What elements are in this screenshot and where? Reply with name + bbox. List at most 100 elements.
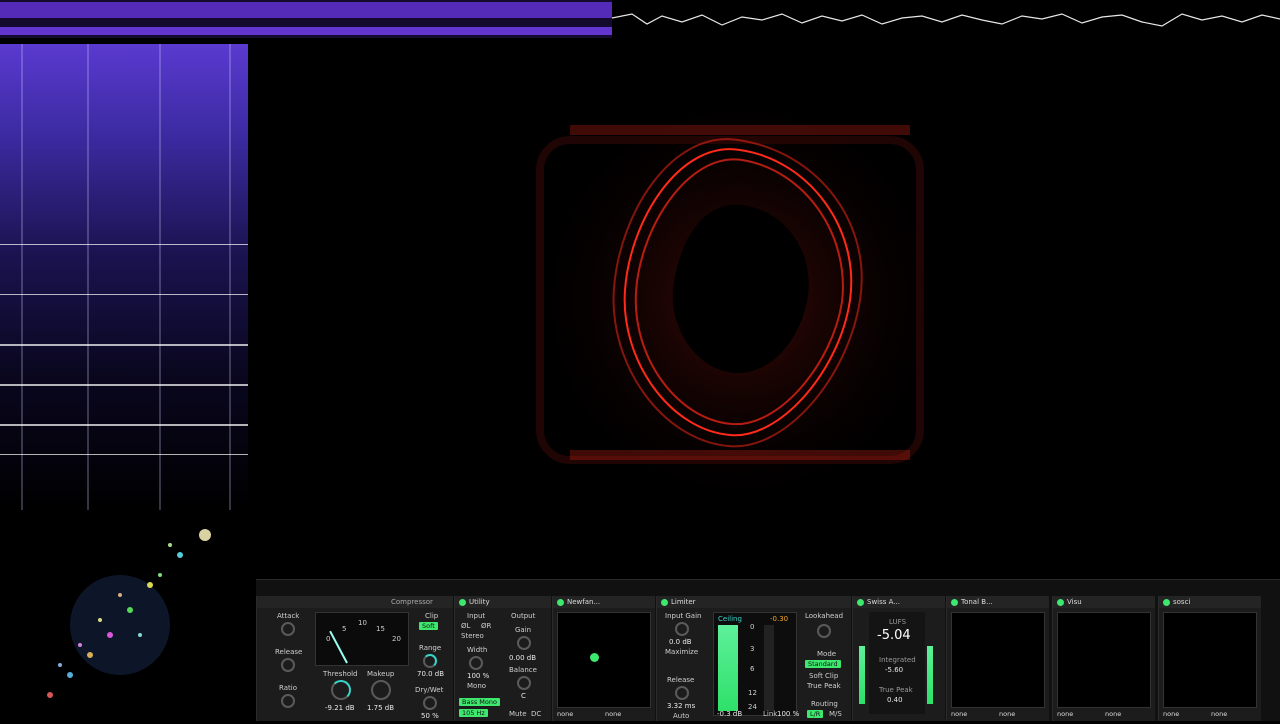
sosci-select-2[interactable]: none — [1211, 710, 1227, 718]
makeup-knob[interactable] — [371, 680, 391, 700]
limiter-gr-meter — [764, 625, 774, 711]
compressor-device: Compressor Attack Release Ratio 0 5 10 1… — [256, 596, 453, 721]
width-value[interactable]: 100 % — [467, 672, 489, 680]
limiter-power-icon[interactable] — [661, 598, 668, 606]
xy-pad[interactable] — [557, 612, 651, 708]
swiss-header[interactable]: Swiss A... — [853, 596, 945, 608]
newfangled-power-icon[interactable] — [557, 598, 564, 606]
balance-value[interactable]: C — [521, 692, 526, 700]
ratio-label: Ratio — [279, 684, 297, 692]
lufs-value: -5.04 — [877, 628, 911, 643]
routing-lr-button[interactable]: L/R — [807, 710, 824, 718]
auto-toggle[interactable]: Auto — [673, 712, 689, 720]
utility-power-icon[interactable] — [459, 598, 466, 606]
width-label: Width — [467, 646, 488, 654]
visu-title: Visu — [1067, 598, 1082, 606]
tonal-device: Tonal B... none none — [946, 596, 1049, 721]
routing-ms-button[interactable]: M/S — [829, 710, 842, 718]
width-knob[interactable] — [469, 656, 483, 670]
newfangled-select-1[interactable]: none — [557, 710, 573, 718]
swiss-power-icon[interactable] — [857, 598, 864, 606]
visu-header[interactable]: Visu — [1053, 596, 1155, 608]
range-value[interactable]: 70.0 dB — [417, 670, 444, 678]
meter-tick-0: 0 — [326, 635, 331, 643]
xy-pad-handle[interactable] — [590, 653, 599, 662]
limiter-header[interactable]: Limiter — [657, 596, 851, 608]
visu-select-2[interactable]: none — [1105, 710, 1121, 718]
phase-r-toggle[interactable]: ØR — [481, 622, 491, 630]
compressor-title: Compressor — [391, 598, 433, 606]
release-label: Release — [275, 648, 303, 656]
lookahead-knob[interactable] — [817, 624, 831, 638]
integrated-label: Integrated — [879, 656, 916, 664]
newfangled-select-2[interactable]: none — [605, 710, 621, 718]
sosci-power-icon[interactable] — [1163, 598, 1170, 606]
tonal-title: Tonal B... — [961, 598, 993, 606]
tonal-display — [951, 612, 1045, 708]
oscilloscope-line — [612, 13, 1280, 27]
utility-header[interactable]: Utility — [455, 596, 551, 608]
sosci-device: sosci none none — [1158, 596, 1261, 721]
link-value[interactable]: 100 % — [777, 710, 799, 718]
compressor-header[interactable]: Compressor — [257, 596, 453, 608]
swiss-device: Swiss A... LUFS -5.04 Integrated -5.60 T… — [852, 596, 945, 721]
range-knob[interactable] — [423, 654, 437, 668]
release-knob-limiter[interactable] — [675, 686, 689, 700]
drywet-knob[interactable] — [423, 696, 437, 710]
gain-value[interactable]: 0.00 dB — [509, 654, 536, 662]
release-knob[interactable] — [281, 658, 295, 672]
tonal-select-1[interactable]: none — [951, 710, 967, 718]
mode-standard-button[interactable]: Standard — [805, 660, 841, 668]
tonal-power-icon[interactable] — [951, 598, 958, 606]
peak-value: -0.30 — [770, 615, 789, 623]
threshold-label: Threshold — [323, 670, 358, 678]
release-label-limiter: Release — [667, 676, 695, 684]
visu-power-icon[interactable] — [1057, 598, 1064, 606]
gain-knob[interactable] — [517, 636, 531, 650]
phase-l-toggle[interactable]: ØL — [461, 622, 470, 630]
sosci-header[interactable]: sosci — [1159, 596, 1261, 608]
ceiling-value[interactable]: -0.3 dB — [717, 710, 742, 718]
bass-freq-value[interactable]: 105 Hz — [459, 709, 488, 717]
input-gain-knob[interactable] — [675, 622, 689, 636]
tonal-select-2[interactable]: none — [999, 710, 1015, 718]
newfangled-header[interactable]: Newfan... — [553, 596, 655, 608]
drywet-value[interactable]: 50 % — [421, 712, 439, 720]
input-gain-label: Input Gain — [665, 612, 702, 620]
limiter-meter: Ceiling -0.30 0 3 6 12 24 — [713, 612, 797, 716]
link-label: Link — [763, 710, 778, 718]
balance-knob[interactable] — [517, 676, 531, 690]
soft-clip-toggle[interactable]: Soft Clip — [809, 672, 838, 680]
scale-0: 0 — [750, 623, 755, 631]
sosci-title: sosci — [1173, 598, 1191, 606]
meter-tick-20: 20 — [392, 635, 401, 643]
output-label: Output — [511, 612, 536, 620]
meter-needle — [329, 630, 348, 664]
mute-toggle[interactable]: Mute — [509, 710, 527, 718]
utility-title: Utility — [469, 598, 490, 606]
lookahead-label: Lookahead — [805, 612, 844, 620]
swiss-right-meter — [927, 646, 933, 704]
newfangled-device: Newfan... none none — [552, 596, 655, 721]
maximize-button[interactable]: Maximize — [665, 648, 698, 656]
bass-mono-button[interactable]: Bass Mono — [459, 698, 500, 706]
tonal-header[interactable]: Tonal B... — [947, 596, 1049, 608]
attack-knob[interactable] — [281, 622, 295, 636]
waveform-overview — [0, 0, 612, 38]
release-value-limiter[interactable]: 3.32 ms — [667, 702, 695, 710]
visu-select-1[interactable]: none — [1057, 710, 1073, 718]
lufs-label: LUFS — [889, 618, 907, 626]
ratio-knob[interactable] — [281, 694, 295, 708]
soft-clip-button[interactable]: Soft — [419, 622, 438, 630]
threshold-value[interactable]: -9.21 dB — [325, 704, 355, 712]
threshold-knob[interactable] — [331, 680, 351, 700]
sosci-display — [1163, 612, 1257, 708]
mono-toggle[interactable]: Mono — [467, 682, 486, 690]
mode-label: Mode — [817, 650, 837, 658]
stereo-select[interactable]: Stereo — [461, 632, 484, 640]
true-peak-toggle[interactable]: True Peak — [807, 682, 841, 690]
dc-toggle[interactable]: DC — [531, 710, 541, 718]
input-gain-value[interactable]: 0.0 dB — [669, 638, 692, 646]
makeup-value[interactable]: 1.75 dB — [367, 704, 394, 712]
sosci-select-1[interactable]: none — [1163, 710, 1179, 718]
